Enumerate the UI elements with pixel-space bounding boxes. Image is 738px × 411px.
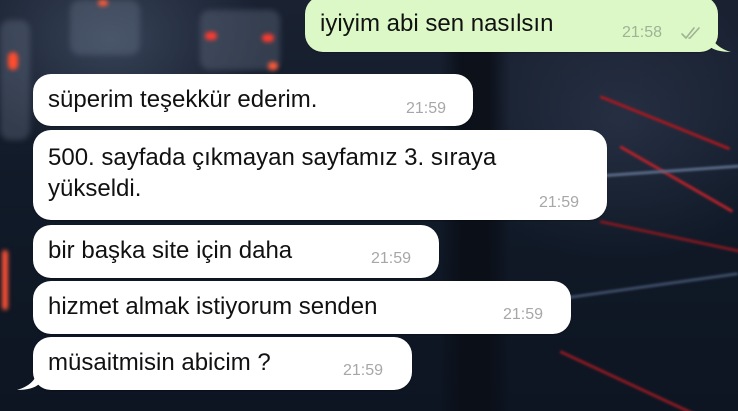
incoming-message[interactable]: 500. sayfada çıkmayan sayfamız 3. sıraya… [33, 130, 607, 220]
incoming-message[interactable]: süperim teşekkür ederim. 21:59 [33, 74, 473, 126]
message-text: bir başka site için daha [48, 237, 293, 264]
message-timestamp: 21:59 [343, 362, 384, 379]
outgoing-message[interactable]: iyiyim abi sen nasılsın 21:58 [305, 0, 731, 52]
message-line: yükseldi. [48, 175, 142, 202]
message-line: 500. sayfada çıkmayan sayfamız 3. sıraya [48, 144, 497, 171]
double-check-icon [681, 27, 700, 39]
bubble-tail [17, 368, 39, 390]
message-text: müsaitmisin abicim ? [48, 349, 271, 376]
message-timestamp: 21:59 [406, 100, 447, 117]
message-timestamp: 21:59 [371, 250, 412, 267]
incoming-message[interactable]: hizmet almak istiyorum senden 21:59 [33, 281, 571, 334]
incoming-message[interactable]: bir başka site için daha 21:59 [33, 225, 439, 278]
message-timestamp: 21:59 [503, 306, 544, 323]
message-text: iyiyim abi sen nasılsın [320, 10, 554, 37]
message-timestamp: 21:59 [539, 194, 580, 211]
incoming-message[interactable]: müsaitmisin abicim ? 21:59 [17, 337, 412, 390]
message-text: süperim teşekkür ederim. [48, 86, 318, 113]
message-text: hizmet almak istiyorum senden [48, 293, 378, 320]
message-text: 500. sayfada çıkmayan sayfamız 3. sıraya… [48, 142, 496, 204]
chat-message-list[interactable]: iyiyim abi sen nasılsın 21:58 süperim te… [0, 0, 738, 411]
message-timestamp: 21:58 [622, 24, 663, 41]
bubble-tail [709, 30, 731, 52]
